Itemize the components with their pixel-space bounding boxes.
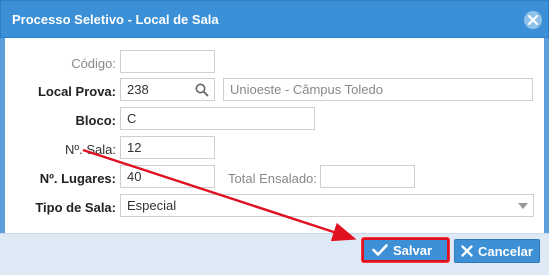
bloco-field[interactable]: C	[120, 107, 315, 130]
save-button[interactable]: Salvar	[362, 238, 449, 262]
check-icon	[372, 244, 388, 256]
local-prova-label: Local Prova:	[37, 84, 116, 99]
x-icon	[461, 245, 473, 257]
numero-lugares-label: Nº. Lugares:	[39, 171, 116, 186]
numero-sala-label: Nº. Sala:	[65, 142, 116, 157]
local-prova-name-field[interactable]: Unioeste - Câmpus Toledo	[223, 78, 533, 101]
dialog: Processo Seletivo - Local de Sala Código…	[0, 0, 549, 275]
save-button-label: Salvar	[393, 242, 433, 258]
cancel-button-label: Cancelar	[478, 243, 533, 259]
chevron-down-icon	[518, 203, 528, 209]
tipo-sala-label: Tipo de Sala:	[35, 200, 116, 215]
total-ensalado-label: Total Ensalado:	[228, 171, 317, 186]
close-icon	[528, 15, 538, 25]
numero-sala-field[interactable]: 12	[120, 136, 215, 159]
tipo-sala-select[interactable]: Especial	[120, 194, 534, 217]
cancel-button[interactable]: Cancelar	[454, 239, 540, 263]
search-icon[interactable]	[195, 83, 209, 97]
numero-lugares-field[interactable]: 40	[120, 165, 215, 188]
close-button[interactable]	[524, 11, 542, 29]
dialog-right-border	[544, 38, 549, 238]
dialog-titlebar: Processo Seletivo - Local de Sala	[0, 0, 549, 38]
total-ensalado-field[interactable]	[320, 165, 415, 188]
dialog-title: Processo Seletivo - Local de Sala	[12, 12, 219, 27]
codigo-label: Código:	[71, 56, 116, 71]
codigo-field[interactable]	[120, 50, 215, 73]
bloco-label: Bloco:	[75, 113, 116, 128]
